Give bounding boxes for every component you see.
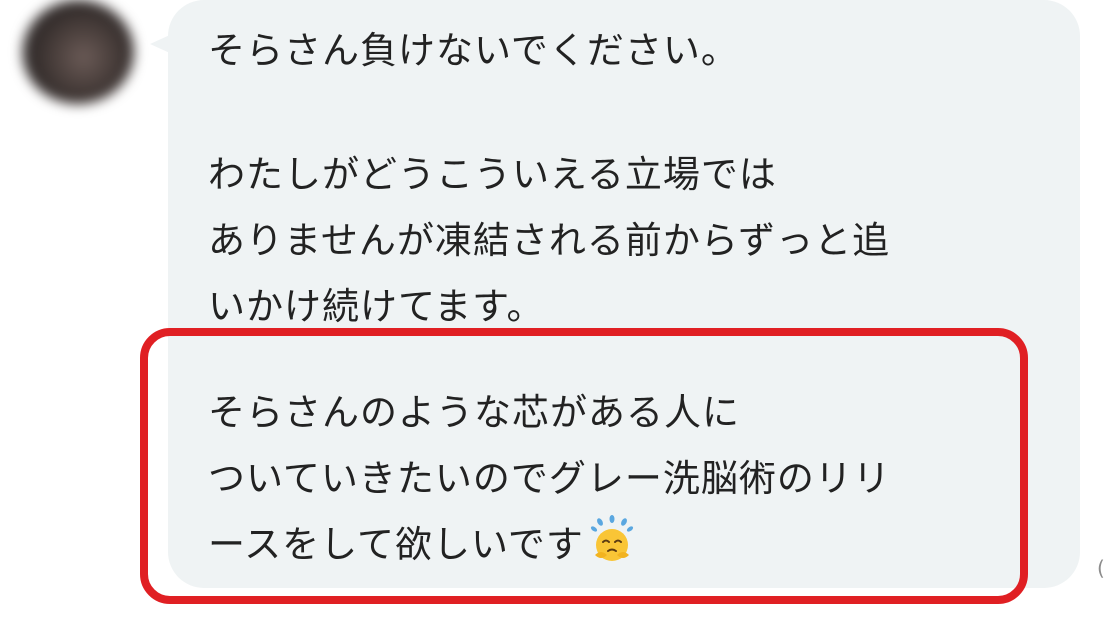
message-line: わたしがどうこういえる立場では [208,153,777,196]
message-line: そらさん負けないでください。 [208,29,739,72]
timestamp-fragment: ( [1097,556,1105,580]
highlight-box [140,328,1028,604]
message-paragraph-1: そらさん負けないでください。 [208,18,739,84]
message-paragraph-2: わたしがどうこういえる立場では ありませんが凍結される前からずっと追 いかけ続け… [208,142,890,340]
sender-avatar[interactable] [22,0,134,104]
message-line: ありませんが凍結される前からずっと追 [208,219,891,262]
